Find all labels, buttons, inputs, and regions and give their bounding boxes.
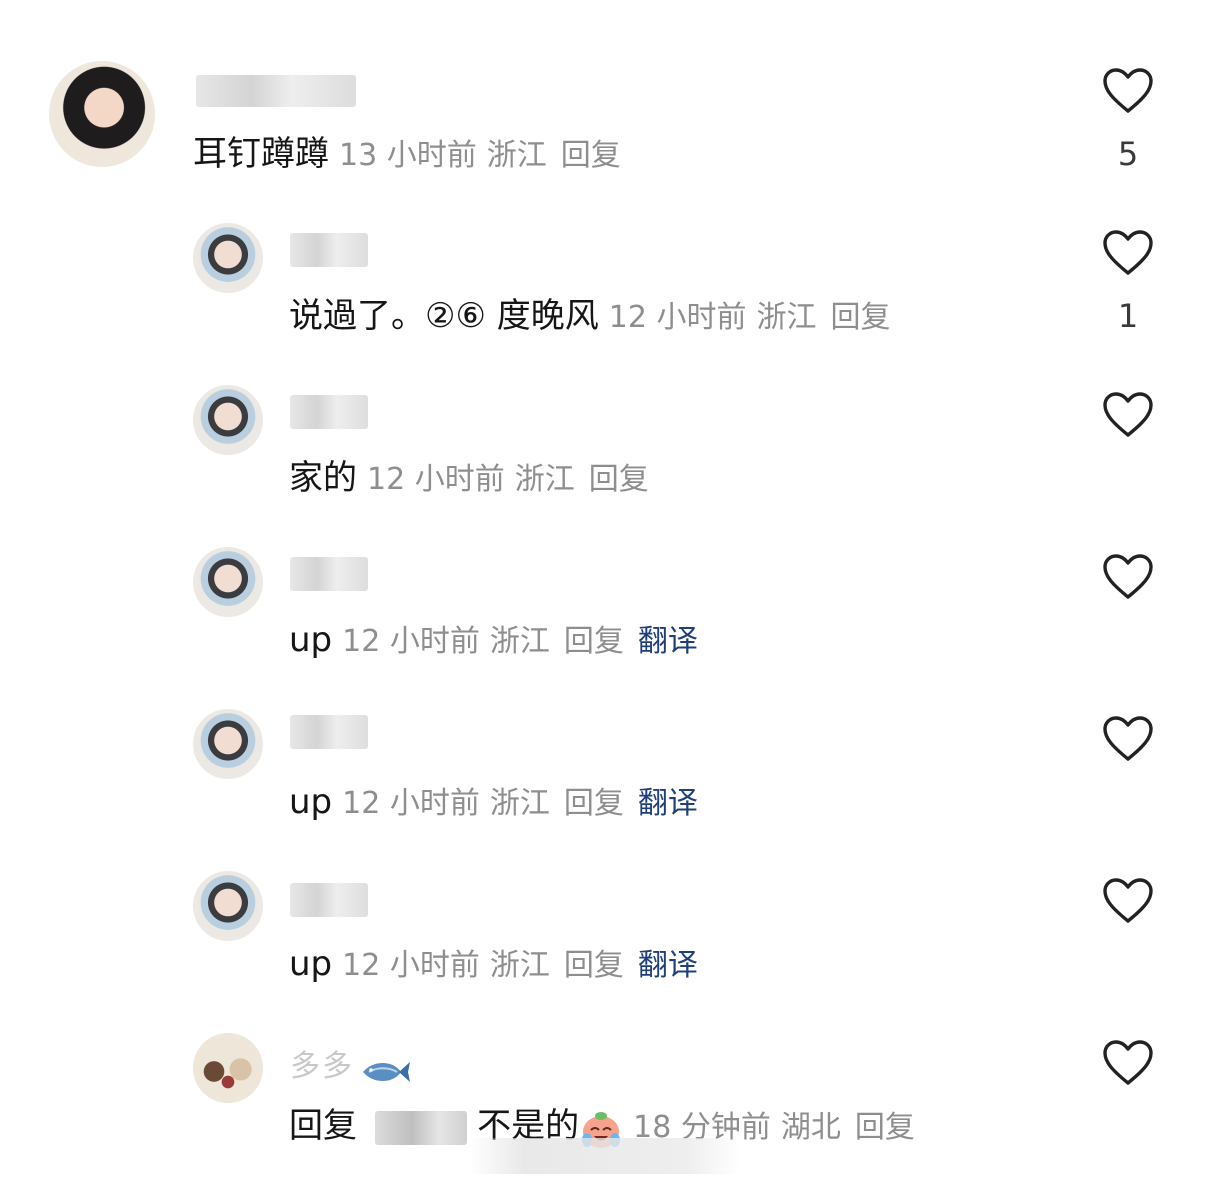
heart-icon[interactable] [1102, 229, 1154, 277]
username-redacted[interactable] [290, 715, 368, 749]
comment-location: 浙江 [489, 624, 550, 659]
heart-icon[interactable] [1102, 877, 1154, 925]
avatar[interactable] [193, 547, 263, 617]
comment-time: 12 小时前 [342, 624, 480, 659]
username-redacted[interactable] [290, 557, 368, 591]
mentioned-user-redacted[interactable] [375, 1111, 468, 1145]
reply-button[interactable]: 回复 [561, 138, 621, 173]
heart-icon[interactable] [1102, 715, 1154, 763]
translate-button[interactable]: 翻译 [638, 948, 698, 983]
comment-text: up [289, 782, 333, 822]
reply-button[interactable]: 回复 [564, 948, 624, 983]
username-redacted[interactable] [290, 395, 368, 429]
comment-location: 浙江 [756, 300, 817, 335]
comment-location: 浙江 [514, 462, 575, 497]
heart-icon[interactable] [1102, 553, 1154, 601]
reply-button[interactable]: 回复 [564, 786, 624, 821]
translate-button[interactable]: 翻译 [638, 786, 698, 821]
username-redacted[interactable] [290, 883, 368, 917]
comment-location: 浙江 [486, 138, 547, 173]
comment-location: 湖北 [780, 1110, 841, 1145]
avatar[interactable] [193, 385, 263, 455]
like-count: 5 [1117, 135, 1139, 173]
comment-text: 耳钉蹲蹲 [193, 134, 329, 174]
avatar[interactable] [193, 1033, 263, 1103]
translate-button[interactable]: 翻译 [638, 624, 698, 659]
reply-prefix: 回复 [289, 1106, 357, 1146]
avatar[interactable] [193, 871, 263, 941]
reply-button[interactable]: 回复 [855, 1110, 915, 1145]
fish-icon [363, 1061, 411, 1082]
comment-location: 浙江 [489, 948, 550, 983]
like-count: 1 [1117, 297, 1139, 335]
comment-time: 12 小时前 [608, 300, 747, 335]
reply-button[interactable]: 回复 [589, 462, 649, 497]
comment-text: 家的 [289, 458, 357, 498]
watermark-overlay [470, 1138, 740, 1174]
comment-text: up [289, 620, 333, 660]
heart-icon[interactable] [1102, 1039, 1154, 1087]
comment-text: up [289, 944, 333, 984]
comment-time: 13 小时前 [339, 138, 477, 173]
heart-icon[interactable] [1102, 391, 1154, 439]
username-redacted[interactable] [196, 75, 356, 107]
avatar[interactable] [49, 61, 155, 167]
username[interactable]: 多多 [290, 1049, 354, 1084]
comment-location: 浙江 [489, 786, 550, 821]
heart-icon[interactable] [1102, 67, 1154, 115]
comment-time: 12 小时前 [342, 948, 480, 983]
comment-time: 12 小时前 [342, 786, 480, 821]
comment-time: 12 小时前 [367, 462, 505, 497]
reply-button[interactable]: 回复 [831, 300, 891, 335]
avatar[interactable] [193, 709, 263, 779]
username-redacted[interactable] [290, 233, 368, 267]
comment-text: 说過了。②⑥ 度晚风 [289, 296, 599, 336]
avatar[interactable] [193, 223, 263, 293]
reply-button[interactable]: 回复 [564, 624, 624, 659]
